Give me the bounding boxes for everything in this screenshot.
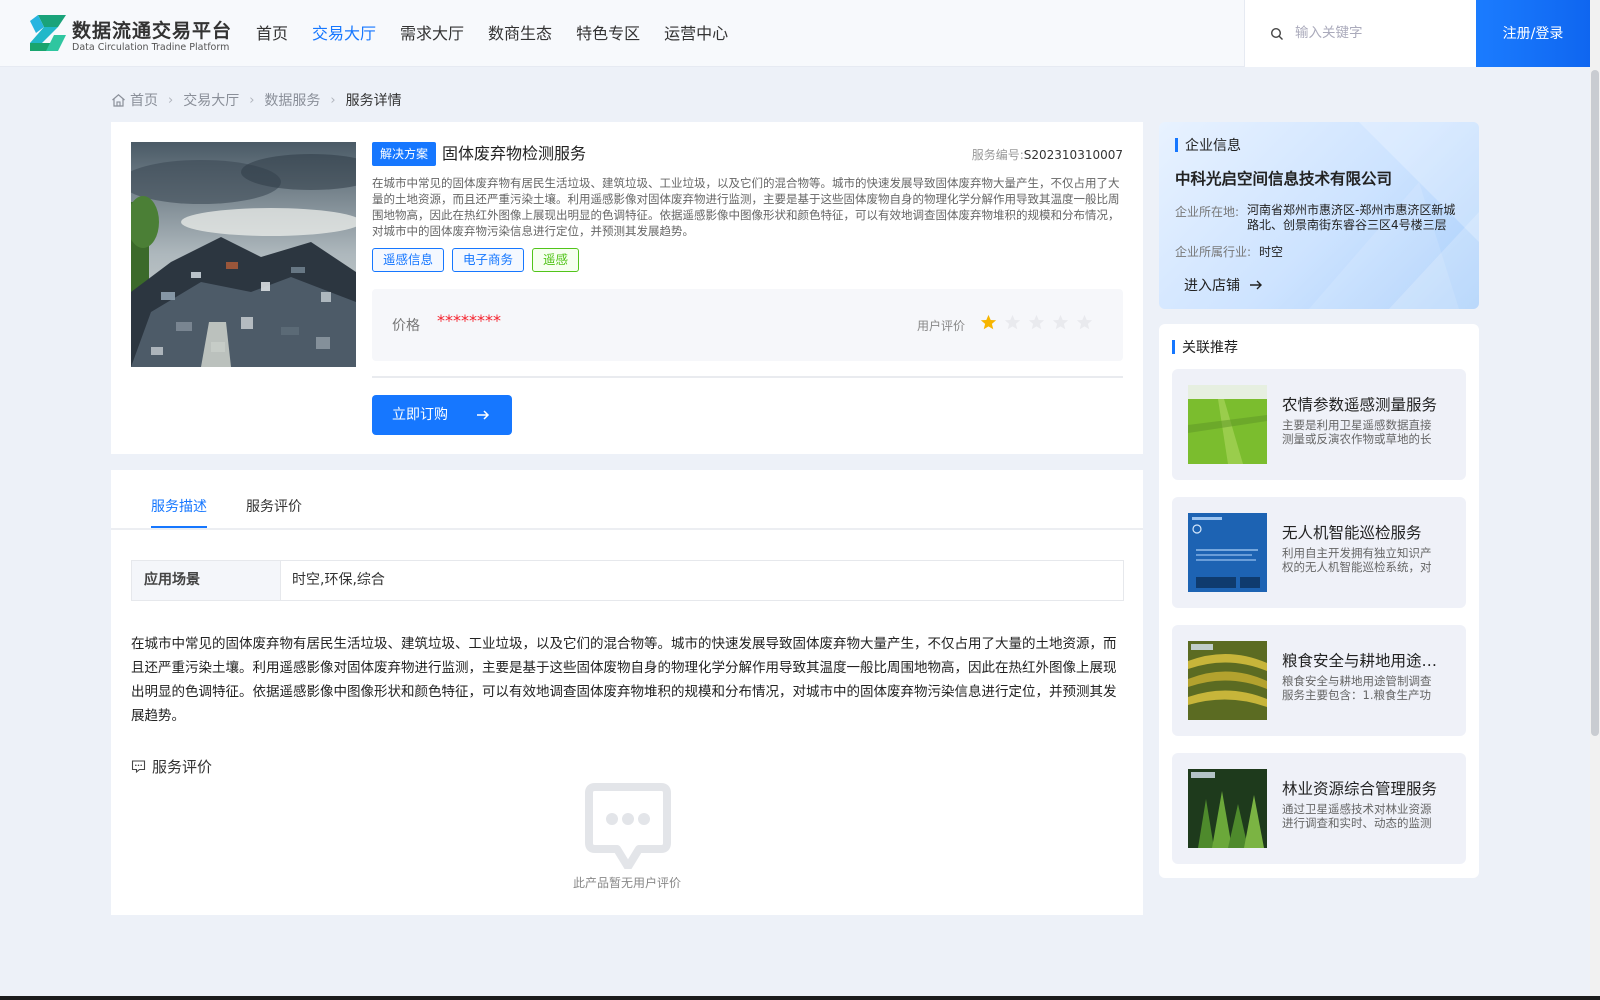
logo-subtitle: Data Circulation Tradine Platform: [72, 42, 230, 53]
comment-icon: [131, 760, 146, 774]
breadcrumb-current: 服务详情: [345, 93, 402, 109]
scene-value: 时空,环保,综合: [292, 572, 385, 588]
nav-featured-zone[interactable]: 特色专区: [564, 0, 652, 67]
recommend-item[interactable]: 农情参数遥感测量服务 主要是利用卫星遥感数据直接测量或反演农作物或草地的长势、覆…: [1172, 369, 1466, 480]
tag-remote-sensing[interactable]: 遥感: [532, 248, 580, 272]
recommend-item[interactable]: 林业资源综合管理服务 通过卫星遥感技术对林业资源进行调查和实时、动态的监测管理: [1172, 753, 1466, 864]
logo-title: 数据流通交易平台: [72, 20, 233, 42]
nav-demand-hall[interactable]: 需求大厅: [388, 0, 476, 67]
chevron-right-icon: ›: [249, 92, 255, 108]
tab-service-description[interactable]: 服务描述: [151, 496, 207, 516]
service-number: 服务编号:S202310310007: [972, 146, 1123, 163]
star-icon: [1028, 314, 1045, 330]
recommend-title: 粮食安全与耕地用途管制调查服务: [1282, 652, 1452, 670]
recommend-description: 粮食安全与耕地用途管制调查服务主要包含：1.粮食生产功能区监测: [1282, 674, 1432, 702]
recommend-thumbnail: [1188, 769, 1267, 848]
star-icon: [980, 314, 997, 330]
company-industry-label: 企业所属行业:: [1175, 245, 1252, 259]
nav-ecosystem[interactable]: 数商生态: [476, 0, 564, 67]
main-nav: 首页 交易大厅 需求大厅 数商生态 特色专区 运营中心: [244, 0, 740, 67]
star-icon: [1052, 314, 1069, 330]
active-tab-indicator: [151, 526, 207, 528]
price-label: 价格: [392, 318, 420, 334]
breadcrumb-data-services[interactable]: 数据服务: [264, 90, 320, 110]
product-title: 固体废弃物检测服务: [442, 144, 587, 163]
related-recommendations: 关联推荐 农情参数遥感测量服务 主要是利用卫星遥感数据直接测量或反演农作物或草地…: [1159, 324, 1479, 878]
detail-card: 服务描述 服务评价 应用场景 时空,环保,综合 在城市中常见的固体废弃物有居民生…: [111, 470, 1143, 915]
company-name: 中科光启空间信息技术有限公司: [1175, 170, 1393, 188]
product-description: 在城市中常见的固体废弃物有居民生活垃圾、建筑垃圾、工业垃圾，以及它们的混合物等。…: [372, 176, 1120, 238]
company-location: 河南省郑州市惠济区-郑州市惠济区新城路北、创景南街东睿谷三区4号楼三层301: [1247, 203, 1456, 232]
price-panel: 价格 ******** 用户评价: [372, 289, 1123, 361]
login-register-button[interactable]: 注册/登录: [1476, 0, 1590, 67]
scrollbar-thumb[interactable]: [1591, 70, 1599, 736]
empty-reviews-text: 此产品暂无用户评价: [572, 876, 681, 890]
company-section-title: 企业信息: [1175, 135, 1241, 155]
recommend-thumbnail: [1188, 385, 1267, 464]
order-now-button[interactable]: 立即订购: [372, 395, 512, 435]
company-location-label: 企业所在地:: [1175, 205, 1240, 219]
scene-table: 应用场景 时空,环保,综合: [131, 560, 1124, 601]
window-bottom-edge: [0, 996, 1600, 1000]
breadcrumb-trading-hall[interactable]: 交易大厅: [183, 90, 239, 110]
arrow-right-icon: [1250, 280, 1262, 290]
star-icon: [1004, 314, 1021, 330]
reviews-heading: 服务评价: [131, 756, 212, 777]
rating-label: 用户评价: [917, 319, 966, 333]
tab-service-reviews[interactable]: 服务评价: [246, 496, 302, 516]
enter-shop-label: 进入店铺: [1184, 278, 1240, 294]
star-icon: [1076, 314, 1093, 330]
tag-list: 遥感信息 电子商务 遥感: [372, 248, 587, 272]
service-number-value: S202310310007: [1023, 148, 1123, 162]
reviews-heading-label: 服务评价: [152, 758, 213, 776]
tag-e-commerce[interactable]: 电子商务: [452, 248, 525, 272]
recommend-description: 主要是利用卫星遥感数据直接测量或反演农作物或草地的长势、覆盖度等参数: [1282, 418, 1432, 446]
divider: [372, 376, 1123, 378]
breadcrumb: 首页 › 交易大厅 › 数据服务 › 服务详情: [111, 90, 402, 110]
page-scrollbar[interactable]: [1590, 0, 1600, 997]
chevron-right-icon: ›: [168, 92, 174, 108]
rating-stars: [980, 314, 1100, 331]
nav-home[interactable]: 首页: [244, 0, 300, 67]
scene-label: 应用场景: [132, 561, 281, 600]
detail-tabs: 服务描述 服务评价: [111, 470, 1143, 530]
product-image: [131, 142, 356, 367]
recommend-section-title: 关联推荐: [1172, 337, 1238, 357]
logo[interactable]: 数据流通交易平台 Data Circulation Tradine Platfo…: [28, 13, 231, 55]
recommend-thumbnail: [1188, 641, 1267, 720]
search-input[interactable]: [1295, 20, 1465, 46]
order-now-label: 立即订购: [392, 407, 448, 423]
enter-shop-link[interactable]: 进入店铺: [1184, 275, 1263, 295]
recommend-description: 通过卫星遥感技术对林业资源进行调查和实时、动态的监测管理: [1282, 802, 1432, 830]
nav-trading-hall[interactable]: 交易大厅: [300, 0, 388, 67]
search-icon[interactable]: [1270, 27, 1284, 41]
empty-comment-icon: [585, 783, 671, 869]
recommend-thumbnail: [1188, 513, 1267, 592]
recommend-item[interactable]: 粮食安全与耕地用途管制调查服务 粮食安全与耕地用途管制调查服务主要包含：1.粮食…: [1172, 625, 1466, 736]
service-number-label: 服务编号:: [971, 148, 1024, 162]
category-badge: 解决方案: [372, 142, 437, 166]
home-icon: [112, 93, 125, 107]
chevron-right-icon: ›: [330, 92, 336, 108]
price-value: ********: [437, 311, 501, 330]
logo-icon: [30, 15, 66, 51]
search-box: [1244, 0, 1476, 67]
recommend-title: 林业资源综合管理服务: [1282, 780, 1438, 798]
product-card: 解决方案 固体废弃物检测服务 服务编号:S202310310007 在城市中常见…: [111, 122, 1143, 454]
company-info-card: 企业信息 中科光启空间信息技术有限公司 企业所在地: 河南省郑州市惠济区-郑州市…: [1159, 122, 1479, 309]
company-industry: 时空: [1259, 245, 1284, 259]
recommend-title: 无人机智能巡检服务: [1282, 524, 1422, 542]
service-description-text: 在城市中常见的固体废弃物有居民生活垃圾、建筑垃圾、工业垃圾，以及它们的混合物等。…: [131, 636, 1117, 724]
arrow-right-icon: [477, 410, 490, 420]
recommend-item[interactable]: 无人机智能巡检服务 利用自主开发拥有独立知识产权的无人机智能巡检系统，对巡检目标…: [1172, 497, 1466, 608]
tag-remote-sensing-info[interactable]: 遥感信息: [372, 248, 445, 272]
top-header: 数据流通交易平台 Data Circulation Tradine Platfo…: [0, 0, 1590, 67]
recommend-title: 农情参数遥感测量服务: [1282, 396, 1438, 414]
breadcrumb-home[interactable]: 首页: [130, 90, 158, 110]
recommend-description: 利用自主开发拥有独立知识产权的无人机智能巡检系统，对巡检目标进行检测: [1282, 546, 1432, 574]
nav-operations-center[interactable]: 运营中心: [652, 0, 740, 67]
